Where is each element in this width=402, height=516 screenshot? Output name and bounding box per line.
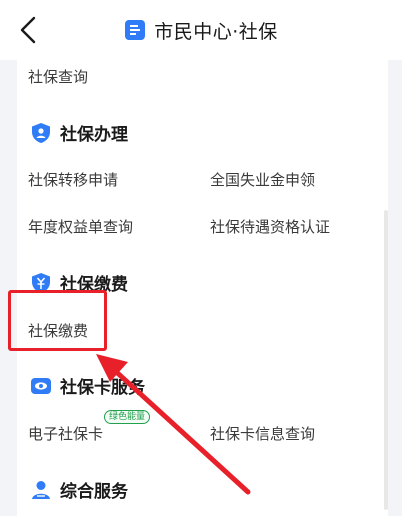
service-item-annual-rights[interactable]: 年度权益单查询 xyxy=(28,216,133,237)
service-item-transfer[interactable]: 社保转移申请 xyxy=(28,169,118,190)
section-header-card: 社保卡服务 xyxy=(30,373,145,398)
service-item-e-card[interactable]: 电子社保卡 xyxy=(28,423,103,444)
title-group: 市民中心·社保 xyxy=(0,16,402,44)
person-icon xyxy=(32,480,50,499)
scrollbar[interactable] xyxy=(384,210,388,510)
service-item-social-security-query[interactable]: 社保查询 xyxy=(28,66,88,87)
highlight-box xyxy=(8,290,107,351)
section-title: 社保卡服务 xyxy=(60,378,145,398)
section-title: 综合服务 xyxy=(60,482,128,502)
service-item-qualification[interactable]: 社保待遇资格认证 xyxy=(210,216,330,237)
page-title: 市民中心·社保 xyxy=(154,20,278,43)
document-icon xyxy=(125,20,146,40)
shield-icon xyxy=(32,122,50,143)
service-item-unemployment[interactable]: 全国失业金申领 xyxy=(210,169,315,190)
top-bar: 市民中心·社保 xyxy=(0,0,402,60)
section-header-handle: 社保办理 xyxy=(30,120,128,145)
green-energy-badge: 绿色能量 xyxy=(104,410,151,424)
eye-card-icon xyxy=(31,377,51,394)
service-item-card-info[interactable]: 社保卡信息查询 xyxy=(210,423,315,444)
section-title: 社保办理 xyxy=(60,125,128,145)
section-header-general: 综合服务 xyxy=(30,477,128,502)
